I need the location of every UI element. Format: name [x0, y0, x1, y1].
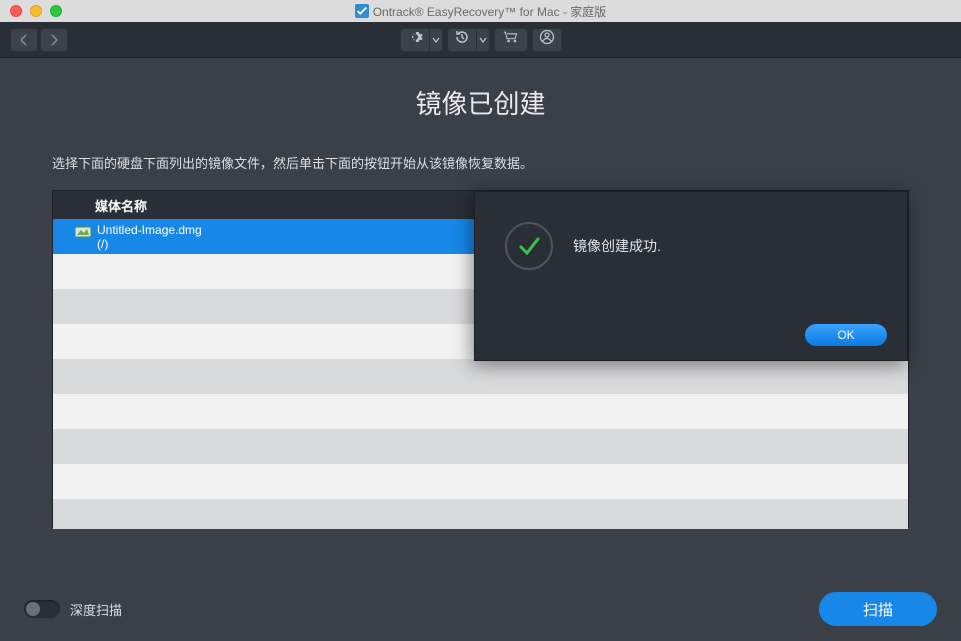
table-row[interactable] [53, 464, 908, 499]
minimize-window-button[interactable] [30, 5, 42, 17]
toggle-knob [26, 602, 40, 616]
history-icon [454, 29, 470, 50]
deep-scan-control: 深度扫描 [24, 600, 122, 619]
settings-menu-caret[interactable] [430, 28, 443, 52]
table-row[interactable] [53, 499, 908, 529]
scan-button[interactable]: 扫描 [819, 592, 937, 626]
instruction-text: 选择下面的硬盘下面列出的镜像文件，然后单击下面的按钮开始从该镜像恢复数据。 [52, 153, 909, 172]
table-row[interactable] [53, 359, 908, 394]
deep-scan-toggle[interactable] [24, 600, 60, 618]
window-title: Ontrack® EasyRecovery™ for Mac - 家庭版 [0, 3, 961, 20]
cart-icon [503, 29, 519, 50]
settings-button[interactable] [400, 28, 430, 52]
table-row[interactable] [53, 429, 908, 464]
window-title-text: Ontrack® EasyRecovery™ for Mac - 家庭版 [373, 3, 607, 20]
history-menu-caret[interactable] [477, 28, 490, 52]
chevron-down-icon [432, 31, 440, 49]
maximize-window-button[interactable] [50, 5, 62, 17]
footer: 深度扫描 扫描 [0, 577, 961, 641]
deep-scan-label: 深度扫描 [70, 600, 122, 619]
chevron-down-icon [479, 31, 487, 49]
user-icon [539, 29, 555, 50]
user-button[interactable] [532, 28, 562, 52]
row-file-path: (/) [97, 237, 202, 251]
success-check-icon [505, 222, 553, 270]
toolbar [0, 22, 961, 58]
image-table: 媒体名称 大小 系统文件 Untitled-Image.dmg (/) [52, 190, 909, 528]
window-controls [0, 5, 62, 17]
page-title: 镜像已创建 [52, 84, 909, 121]
nav-forward-button[interactable] [40, 28, 68, 52]
success-dialog: 镜像创建成功. OK [474, 191, 908, 361]
history-button[interactable] [447, 28, 477, 52]
image-file-icon [75, 225, 91, 237]
app-icon [355, 4, 369, 18]
cart-button[interactable] [494, 28, 528, 52]
column-header-name[interactable]: 媒体名称 [53, 191, 478, 219]
center-toolbar [400, 28, 562, 52]
main-content: 镜像已创建 选择下面的硬盘下面列出的镜像文件，然后单击下面的按钮开始从该镜像恢复… [0, 84, 961, 528]
titlebar: Ontrack® EasyRecovery™ for Mac - 家庭版 [0, 0, 961, 22]
gear-icon [407, 29, 423, 50]
ok-button[interactable]: OK [805, 324, 887, 346]
close-window-button[interactable] [10, 5, 22, 17]
row-file-name: Untitled-Image.dmg [97, 223, 202, 237]
nav-back-button[interactable] [10, 28, 38, 52]
dialog-message: 镜像创建成功. [573, 236, 661, 256]
table-row[interactable] [53, 394, 908, 429]
